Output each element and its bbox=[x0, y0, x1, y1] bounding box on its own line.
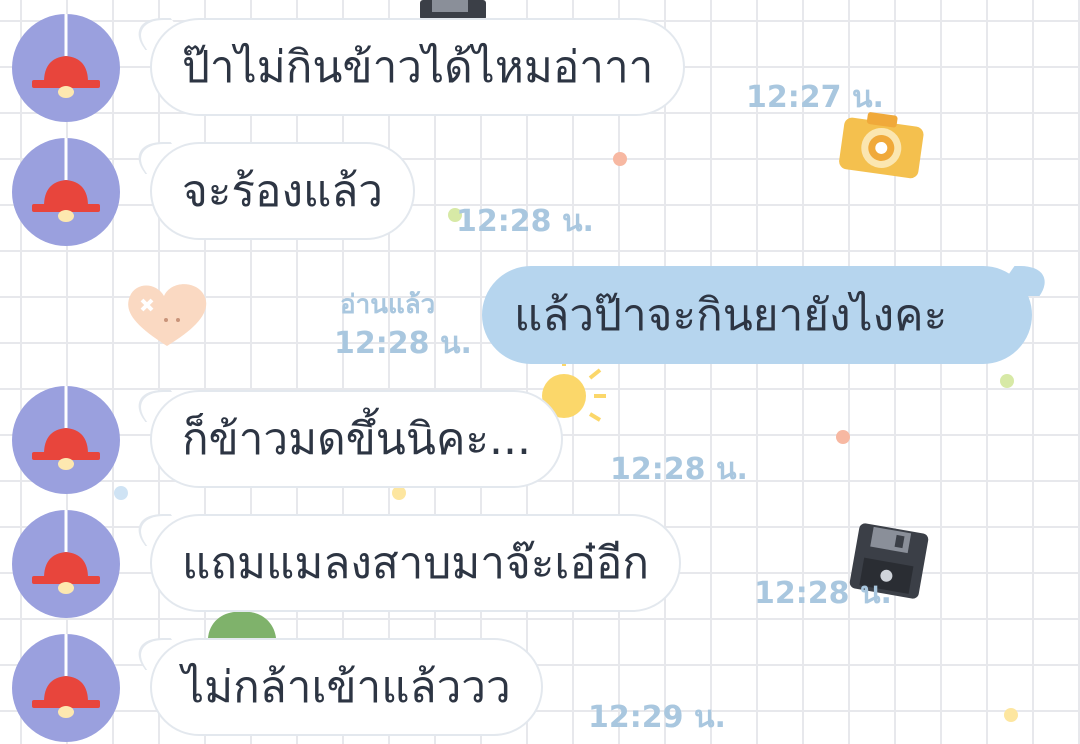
message-timestamp: 12:29 น. bbox=[588, 700, 726, 735]
message-text: ก็ข้าวมดขึ้นนิคะ... bbox=[182, 414, 531, 465]
message-text: แถมแมลงสาบมาจ๊ะเอ๋อีก bbox=[182, 538, 649, 589]
heart-icon bbox=[122, 280, 212, 354]
avatar[interactable] bbox=[12, 510, 120, 618]
lamp-icon bbox=[32, 14, 100, 98]
message-timestamp: 12:27 น. bbox=[746, 80, 884, 115]
lamp-icon bbox=[32, 386, 100, 470]
decor-dot bbox=[392, 486, 406, 500]
message-bubble-incoming[interactable]: ไม่กล้าเข้าแล้ววว bbox=[150, 638, 543, 736]
message-bubble-incoming[interactable]: ป๊าไม่กินข้าวได้ไหมอ่าาา bbox=[150, 18, 686, 116]
lamp-icon bbox=[32, 634, 100, 718]
lamp-icon bbox=[32, 510, 100, 594]
lamp-icon bbox=[32, 138, 100, 222]
message-text: จะร้องแล้ว bbox=[182, 166, 383, 217]
message-timestamp: 12:28 น. bbox=[334, 326, 472, 361]
read-receipt: อ่านแล้ว bbox=[340, 290, 436, 320]
message-text: ป๊าไม่กินข้าวได้ไหมอ่าาา bbox=[182, 42, 654, 93]
avatar[interactable] bbox=[12, 634, 120, 742]
avatar[interactable] bbox=[12, 386, 120, 494]
message-bubble-incoming[interactable]: แถมแมลงสาบมาจ๊ะเอ๋อีก bbox=[150, 514, 681, 612]
avatar[interactable] bbox=[12, 14, 120, 122]
message-timestamp: 12:28 น. bbox=[754, 576, 892, 611]
avatar[interactable] bbox=[12, 138, 120, 246]
decor-dot bbox=[613, 152, 627, 166]
decor-dot bbox=[1004, 708, 1018, 722]
message-bubble-outgoing[interactable]: แล้วป๊าจะกินยายังไงคะ bbox=[482, 266, 1032, 364]
decor-dot bbox=[836, 430, 850, 444]
message-timestamp: 12:28 น. bbox=[456, 204, 594, 239]
message-bubble-incoming[interactable]: ก็ข้าวมดขึ้นนิคะ... bbox=[150, 390, 563, 488]
cactus-icon bbox=[204, 608, 280, 642]
message-timestamp: 12:28 น. bbox=[610, 452, 748, 487]
decor-dot bbox=[1000, 374, 1014, 388]
chat-view[interactable]: ป๊าไม่กินข้าวได้ไหมอ่าาา 12:27 น. จะร้อง… bbox=[0, 0, 1080, 744]
message-text: ไม่กล้าเข้าแล้ววว bbox=[182, 662, 511, 713]
message-text: แล้วป๊าจะกินยายังไงคะ bbox=[514, 290, 948, 341]
message-bubble-incoming[interactable]: จะร้องแล้ว bbox=[150, 142, 415, 240]
